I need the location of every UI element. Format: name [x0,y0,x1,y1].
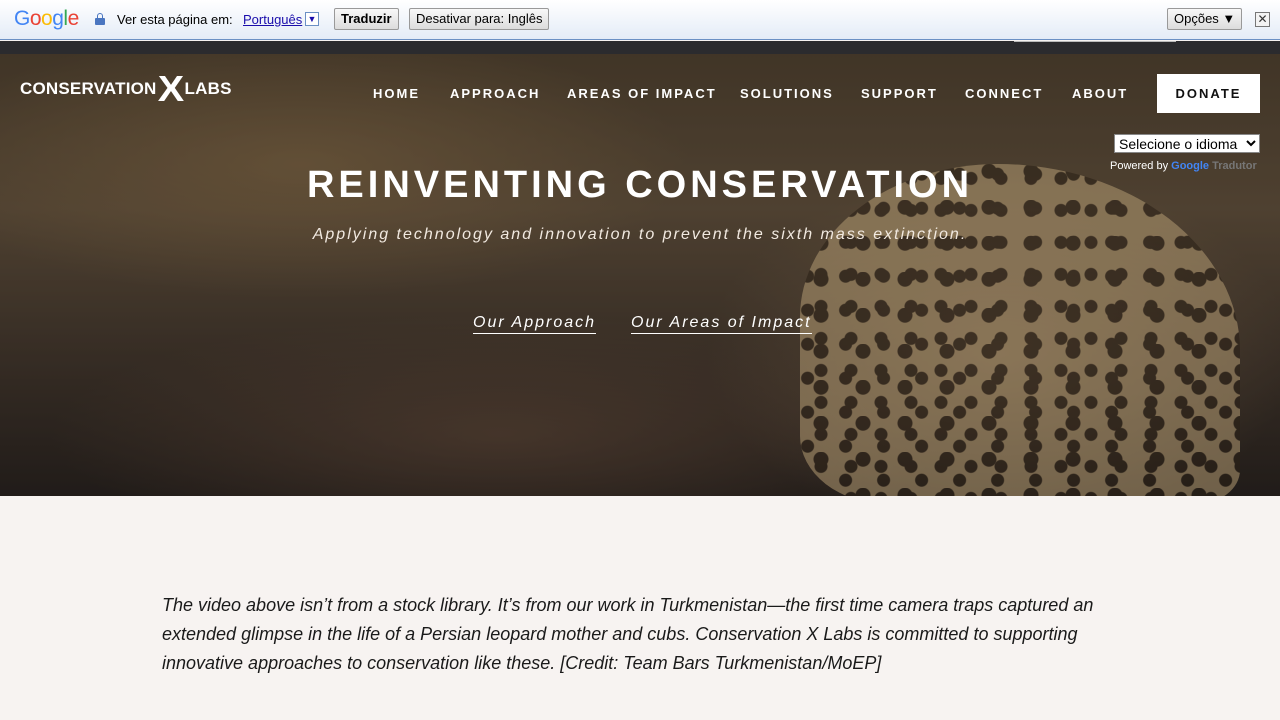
lock-icon [95,13,105,25]
google-logo-letter: g [52,7,64,30]
hero-title: REINVENTING CONSERVATION [306,164,974,206]
options-button[interactable]: Opções ▼ [1167,8,1243,30]
hero-subtitle: Applying technology and innovation to pr… [312,226,968,243]
nav-areas-of-impact[interactable]: AREAS OF IMPACT [567,86,717,101]
chevron-down-icon[interactable]: ▼ [305,12,319,26]
nav-support[interactable]: SUPPORT [861,86,938,101]
logo-text-left: CONSERVATION [20,79,157,98]
google-logo-letter: G [14,7,30,30]
nav-connect[interactable]: CONNECT [965,86,1043,101]
close-icon[interactable]: ✕ [1255,12,1270,27]
nav-about[interactable]: ABOUT [1072,86,1128,101]
nav-home[interactable]: HOME [373,86,420,101]
our-areas-of-impact-link[interactable]: Our Areas of Impact [631,314,812,334]
google-logo-letter: e [67,7,80,30]
disable-translation-button[interactable]: Desativar para: Inglês [409,8,550,30]
translate-prompt: Ver esta página em: [117,12,233,27]
google-translate-bar: Google Ver esta página em: Português ▼ T… [0,0,1280,40]
translate-button[interactable]: Traduzir [334,8,399,30]
google-logo-letter: o [29,7,42,30]
language-select[interactable]: Selecione o idioma [1114,134,1260,153]
intro-paragraph: The video above isn’t from a stock libra… [162,595,1094,673]
site-logo[interactable]: CONSERVATION X LABS [20,68,232,109]
logo-x: X [157,68,184,109]
logo-text-right: LABS [184,79,232,98]
nav-solutions[interactable]: SOLUTIONS [740,86,834,101]
top-strip [0,41,1280,54]
donate-button[interactable]: DONATE [1157,74,1260,113]
google-logo: Google [14,7,79,31]
our-approach-link[interactable]: Our Approach [473,314,597,334]
hero-section: CONSERVATION X LABS HOME APPROACH AREAS … [0,54,1280,496]
language-link[interactable]: Português [243,12,302,27]
nav-approach[interactable]: APPROACH [450,86,540,101]
google-logo-letter: o [41,7,53,30]
